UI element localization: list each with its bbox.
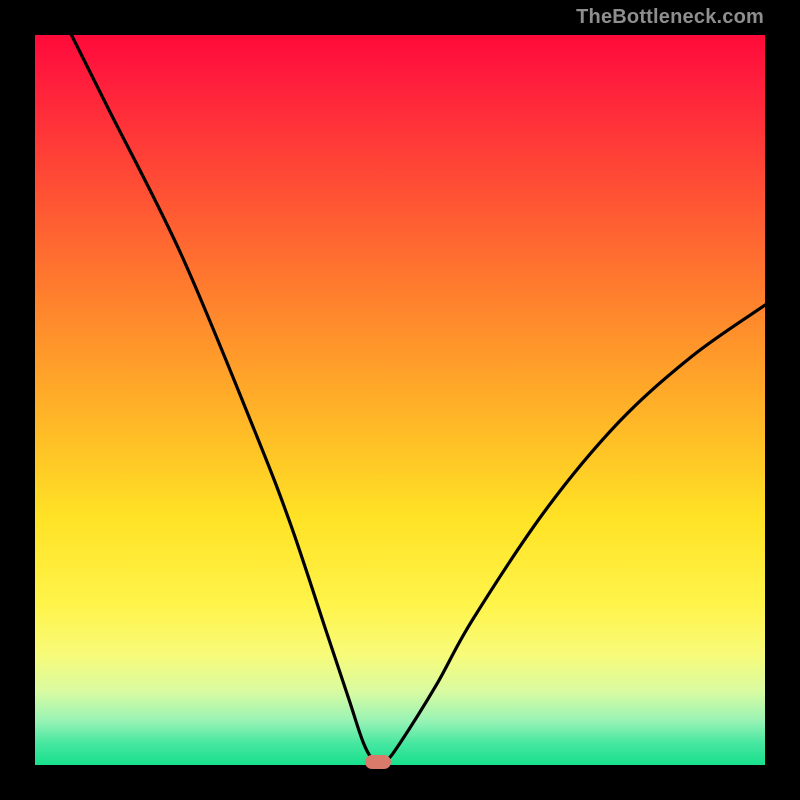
optimal-point-marker <box>365 755 391 769</box>
bottleneck-curve <box>35 35 765 765</box>
plot-area <box>35 35 765 765</box>
watermark-text: TheBottleneck.com <box>576 6 764 29</box>
chart-frame: TheBottleneck.com <box>0 0 800 800</box>
